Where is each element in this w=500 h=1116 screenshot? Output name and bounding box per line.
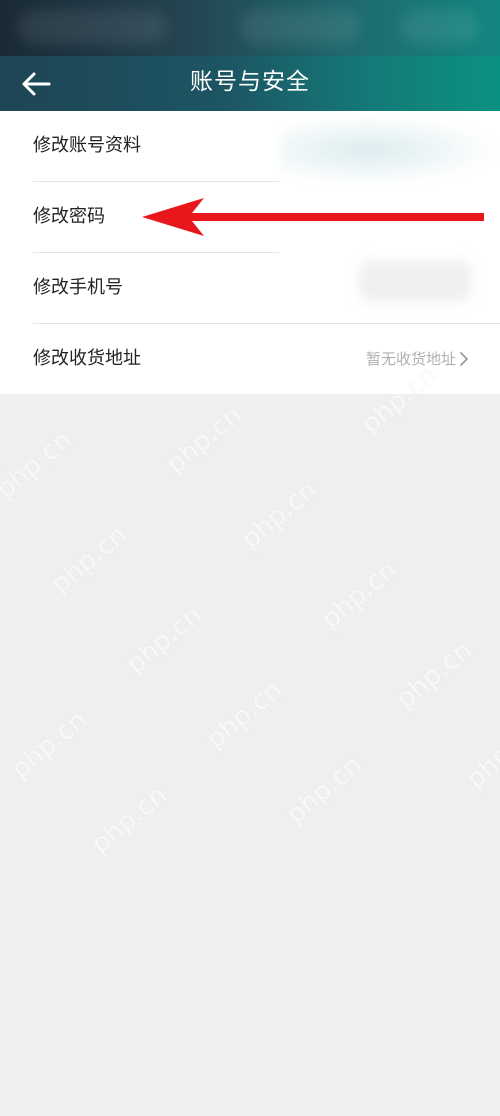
watermark: php.cn: [390, 635, 478, 715]
app-header: 账号与安全: [0, 56, 500, 111]
watermark: php.cn: [120, 600, 208, 680]
watermark: php.cn: [235, 475, 323, 555]
watermark: php.cn: [5, 705, 93, 785]
status-bar-blur: [18, 10, 168, 44]
status-bar-blur: [240, 10, 360, 44]
annotation-arrow: [142, 198, 484, 236]
menu-item-change-phone[interactable]: 修改手机号: [0, 253, 500, 323]
watermark: php.cn: [280, 750, 368, 830]
watermark: php.cn: [45, 520, 133, 600]
watermark: php.cn: [460, 715, 500, 795]
watermark: php.cn: [160, 400, 248, 480]
chevron-right-icon: [460, 352, 468, 366]
menu-item-edit-account-info[interactable]: 修改账号资料: [0, 111, 500, 181]
watermark: php.cn: [200, 675, 288, 755]
menu-list: 修改账号资料 修改密码 修改手机号 修改收货地址 暂无收货地址: [0, 111, 500, 394]
menu-item-label: 修改手机号: [33, 277, 123, 298]
menu-item-label: 修改密码: [33, 206, 105, 227]
page-title: 账号与安全: [190, 69, 310, 95]
menu-item-label: 修改收货地址: [33, 348, 141, 369]
status-bar-blur: [400, 10, 480, 44]
status-bar: [0, 0, 500, 56]
menu-item-label: 修改账号资料: [33, 135, 141, 156]
watermark: php.cn: [85, 780, 173, 860]
watermark: php.cn: [315, 555, 403, 635]
watermark: php.cn: [0, 425, 78, 505]
